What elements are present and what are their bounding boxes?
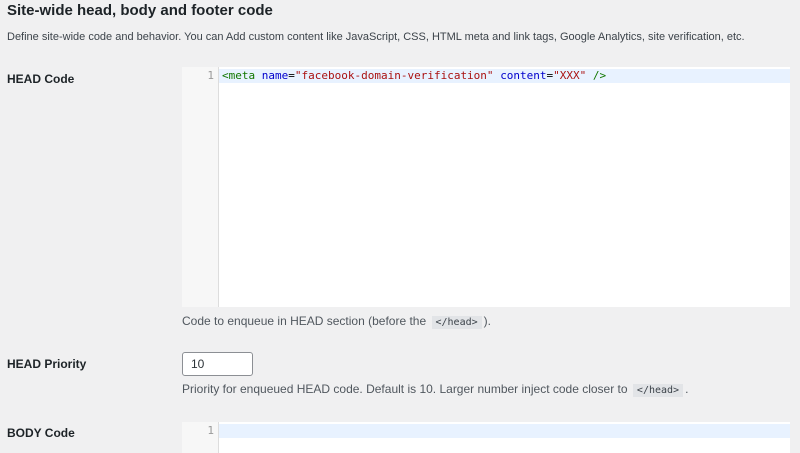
- code-token-attr-content: content: [500, 69, 547, 82]
- settings-page: Site-wide head, body and footer code Def…: [0, 0, 800, 453]
- body-code-editor[interactable]: 1: [182, 422, 790, 453]
- code-token-tag-close: />: [592, 69, 607, 82]
- section-description: Define site-wide code and behavior. You …: [7, 31, 745, 43]
- line-number: 1: [207, 424, 214, 437]
- code-token-name-value: "facebook-domain-verification": [294, 69, 494, 82]
- head-priority-label: HEAD Priority: [7, 357, 87, 371]
- help-text-end: ).: [483, 314, 491, 328]
- line-number-gutter: [182, 67, 219, 307]
- section-title: Site-wide head, body and footer code: [7, 2, 273, 19]
- body-code-label: BODY Code: [7, 426, 75, 440]
- help-text: Code to enqueue in HEAD section (before …: [182, 314, 427, 328]
- head-code-help: Code to enqueue in HEAD section (before …: [182, 314, 491, 329]
- head-code-editor[interactable]: 1 <meta name="facebook-domain-verificati…: [182, 67, 790, 307]
- code-token-attr-name: name: [261, 69, 289, 82]
- head-code-label: HEAD Code: [7, 72, 75, 86]
- help-code-snippet: </head>: [431, 316, 482, 329]
- active-line-highlight: [219, 424, 790, 438]
- code-token-equals: =: [288, 69, 295, 82]
- help-text-end: .: [685, 382, 689, 396]
- head-priority-input[interactable]: 10: [182, 352, 253, 376]
- line-number: 1: [207, 69, 214, 82]
- help-code-snippet: </head>: [632, 384, 684, 397]
- code-token-content-value: "XXX": [553, 69, 587, 82]
- code-token-tag-open: <meta: [222, 69, 256, 82]
- help-text: Priority for enqueued HEAD code. Default…: [182, 382, 628, 396]
- code-line[interactable]: <meta name="facebook-domain-verification…: [222, 69, 606, 83]
- head-priority-help: Priority for enqueued HEAD code. Default…: [182, 382, 689, 397]
